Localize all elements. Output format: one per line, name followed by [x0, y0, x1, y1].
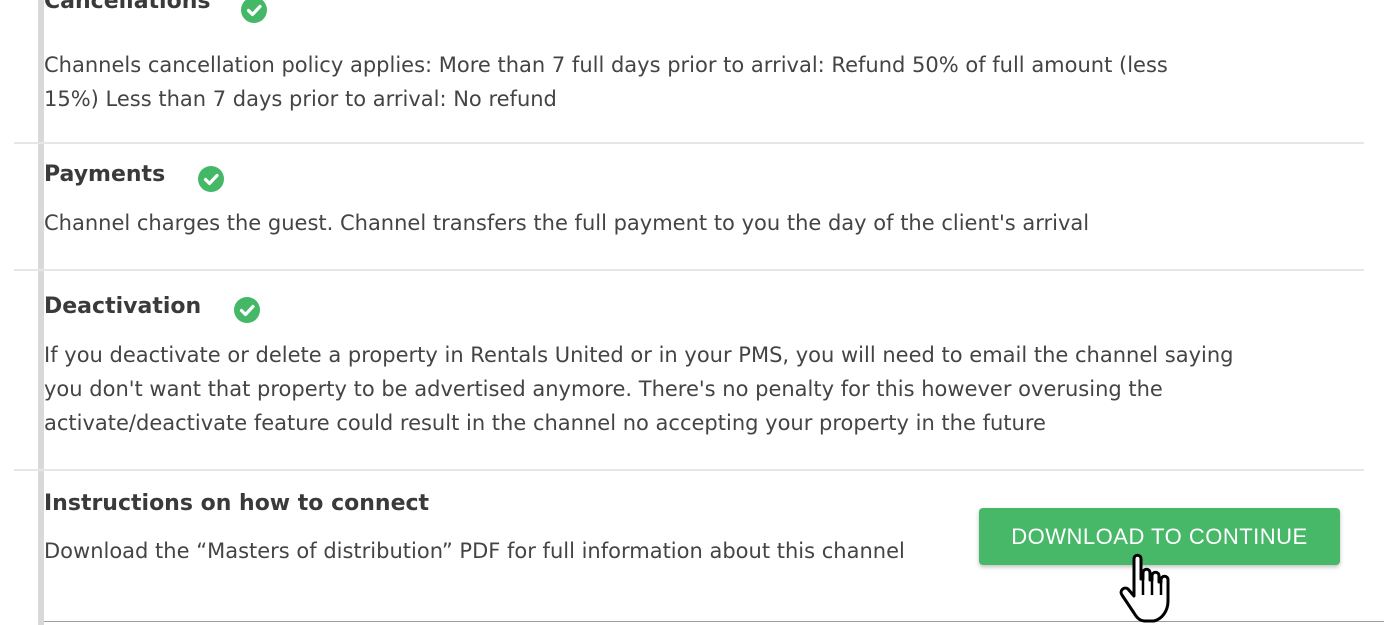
deactivation-text: If you deactivate or delete a property i…: [44, 338, 1233, 440]
cancellations-text: Channels cancellation policy applies: Mo…: [44, 48, 1168, 116]
cancellations-line-2: 15%) Less than 7 days prior to arrival: …: [44, 87, 557, 111]
payments-line-1: Channel charges the guest. Channel trans…: [44, 211, 1090, 235]
cancellations-line-1: Channels cancellation policy applies: Mo…: [44, 53, 1168, 77]
deactivation-line-2: you don't want that property to be adver…: [44, 377, 1163, 401]
channel-details-panel: Cancellations Channels cancellation poli…: [0, 0, 1384, 625]
instructions-line-1: Download the “Masters of distribution” P…: [44, 539, 905, 563]
check-circle-icon: [234, 297, 260, 323]
section-divider: [14, 269, 1364, 271]
payments-text: Channel charges the guest. Channel trans…: [44, 206, 1089, 240]
deactivation-heading: Deactivation: [44, 294, 202, 319]
section-divider: [14, 142, 1364, 144]
deactivation-line-3: activate/deactivate feature could result…: [44, 411, 1046, 435]
check-circle-icon: [198, 166, 224, 192]
section-divider: [14, 469, 1364, 471]
cancellations-heading: Cancellations: [44, 0, 211, 14]
hand-pointer-icon: [1119, 553, 1170, 623]
payments-heading: Payments: [44, 162, 166, 187]
instructions-text: Download the “Masters of distribution” P…: [44, 534, 905, 568]
instructions-heading: Instructions on how to connect: [44, 491, 430, 516]
check-circle-icon: [241, 0, 267, 23]
deactivation-line-1: If you deactivate or delete a property i…: [44, 343, 1234, 367]
